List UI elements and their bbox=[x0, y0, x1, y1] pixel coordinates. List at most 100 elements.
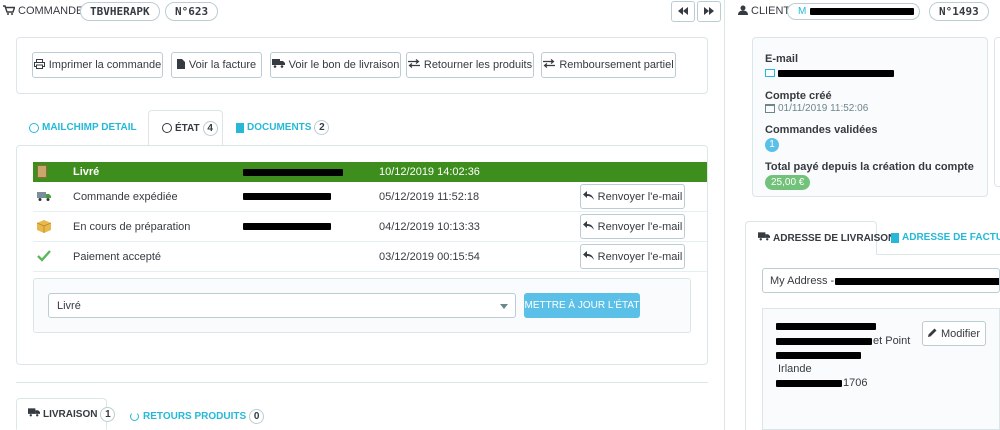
redacted-employee bbox=[243, 169, 343, 176]
envelope-icon bbox=[765, 69, 775, 77]
redacted-phone bbox=[776, 380, 842, 387]
tab-invoice-label: ADRESSE DE FACTURATIO bbox=[902, 232, 1000, 243]
status-select[interactable]: Livré bbox=[48, 293, 516, 318]
next-order-button[interactable] bbox=[697, 1, 721, 22]
redacted-client-name bbox=[810, 8, 914, 15]
view-delivery-slip-button[interactable]: Voir le bon de livraison bbox=[270, 52, 401, 78]
print-order-button[interactable]: Imprimer la commande bbox=[32, 52, 163, 78]
history-label: En cours de préparation bbox=[73, 220, 191, 233]
resend-email-button[interactable]: Renvoyer l'e-mail bbox=[580, 184, 685, 209]
history-row-payment: Paiement accepté 03/12/2019 00:15:54 Ren… bbox=[33, 242, 707, 272]
tab-etat-label: ÉTAT bbox=[175, 122, 200, 134]
redacted-address-name bbox=[835, 278, 999, 285]
total-paid-value: 25,00 € bbox=[765, 175, 811, 190]
check-icon bbox=[37, 250, 51, 264]
address-select[interactable]: My Address - bbox=[762, 268, 1000, 293]
history-date: 05/12/2019 11:52:18 bbox=[379, 190, 480, 203]
tab-retours-produits[interactable]: RETOURS PRODUITS 0 bbox=[130, 409, 265, 424]
client-initial: M bbox=[798, 6, 807, 17]
account-created-label: Compte créé bbox=[765, 90, 832, 102]
document-icon bbox=[891, 232, 899, 243]
order-section-label: COMMANDE bbox=[18, 5, 84, 17]
tab-livraison-label: LIVRAISON bbox=[43, 408, 98, 420]
status-select-value: Livré bbox=[57, 300, 81, 312]
resend-email-button[interactable]: Renvoyer l'e-mail bbox=[580, 214, 685, 239]
return-products-button[interactable]: Retourner les produits bbox=[406, 52, 534, 78]
forward-icon bbox=[704, 6, 714, 18]
partial-refund-button[interactable]: Remboursement partiel bbox=[541, 52, 676, 78]
truck-icon bbox=[28, 408, 40, 420]
view-invoice-label: Voir la facture bbox=[188, 59, 257, 71]
undo-icon bbox=[130, 412, 139, 421]
print-icon bbox=[33, 58, 45, 72]
modify-address-button[interactable]: Modifier bbox=[922, 321, 986, 346]
truck-icon bbox=[758, 232, 770, 244]
calendar-icon bbox=[765, 104, 775, 113]
history-row-delivered: Livré 10/12/2019 14:02:36 bbox=[33, 162, 707, 182]
validated-orders-count: 1 bbox=[765, 138, 779, 152]
tab-retours-count: 0 bbox=[249, 409, 265, 424]
tab-delivery-label: ADRESSE DE LIVRAISON bbox=[773, 232, 896, 244]
resend-email-label: Renvoyer l'e-mail bbox=[597, 190, 683, 203]
history-label: Livré bbox=[73, 166, 100, 178]
reply-icon bbox=[582, 220, 594, 233]
redacted-address-line bbox=[776, 323, 876, 330]
history-label: Commande expédiée bbox=[73, 190, 178, 203]
email-label: E-mail bbox=[765, 53, 799, 65]
tab-etat-count: 4 bbox=[202, 120, 218, 136]
account-created-date: 01/11/2019 11:52:06 bbox=[778, 103, 869, 114]
info-circle-icon bbox=[29, 122, 39, 133]
exchange-icon bbox=[407, 59, 420, 71]
section-divider bbox=[16, 382, 708, 383]
tab-documents-label: DOCUMENTS bbox=[247, 122, 312, 133]
tab-delivery-address[interactable]: ADRESSE DE LIVRAISON bbox=[745, 221, 895, 255]
client-section-label: CLIENT bbox=[751, 5, 791, 17]
client-name-badge: M bbox=[787, 3, 920, 20]
redacted-email bbox=[778, 70, 894, 77]
redacted-address-line bbox=[776, 338, 872, 345]
order-number: N°623 bbox=[165, 2, 219, 21]
client-side-panel bbox=[994, 37, 1000, 187]
redacted-address-line bbox=[776, 352, 861, 359]
address-phone-suffix: 1706 bbox=[843, 377, 868, 389]
update-status-label: METTRE À JOUR L'ÉTAT bbox=[524, 300, 640, 311]
history-row-preparing: En cours de préparation 04/12/2019 10:13… bbox=[33, 212, 707, 242]
tab-retours-label: RETOURS PRODUITS bbox=[143, 411, 247, 422]
tab-etat[interactable]: ÉTAT 4 bbox=[148, 110, 223, 146]
view-invoice-button[interactable]: Voir la facture bbox=[171, 52, 262, 78]
address-select-prefix: My Address - bbox=[770, 275, 835, 287]
truck-shipped-icon bbox=[37, 190, 51, 204]
partial-refund-label: Remboursement partiel bbox=[559, 59, 674, 71]
tab-mailchimp-detail[interactable]: MAILCHIMP DETAIL bbox=[29, 122, 137, 133]
tab-mailchimp-label: MAILCHIMP DETAIL bbox=[42, 122, 137, 133]
previous-order-button[interactable] bbox=[671, 1, 695, 22]
caret-down-icon bbox=[500, 304, 508, 309]
document-icon bbox=[236, 122, 244, 133]
resend-email-label: Renvoyer l'e-mail bbox=[597, 250, 683, 263]
truck-icon bbox=[271, 59, 285, 71]
tab-livraison[interactable]: LIVRAISON 1 bbox=[16, 398, 116, 430]
order-reference: TBVHERAPK bbox=[80, 2, 160, 21]
file-icon bbox=[176, 58, 185, 72]
return-products-label: Retourner les produits bbox=[423, 59, 533, 71]
cart-icon bbox=[3, 5, 16, 15]
reply-icon bbox=[582, 190, 594, 203]
history-date: 04/12/2019 10:13:33 bbox=[379, 220, 480, 233]
backward-icon bbox=[678, 6, 688, 18]
clock-icon bbox=[162, 123, 172, 133]
redacted-employee bbox=[243, 193, 331, 200]
modify-address-label: Modifier bbox=[940, 327, 981, 340]
update-status-button[interactable]: METTRE À JOUR L'ÉTAT bbox=[524, 293, 640, 318]
resend-email-button[interactable]: Renvoyer l'e-mail bbox=[580, 244, 685, 269]
view-delivery-slip-label: Voir le bon de livraison bbox=[288, 59, 400, 71]
client-header: CLIENT M N°1493 bbox=[735, 0, 1000, 22]
address-country: Irlande bbox=[778, 363, 812, 375]
history-label: Paiement accepté bbox=[73, 250, 162, 263]
validated-orders-label: Commandes validées bbox=[765, 124, 878, 136]
column-separator bbox=[724, 0, 725, 430]
user-icon bbox=[738, 5, 748, 18]
tab-documents[interactable]: DOCUMENTS 2 bbox=[236, 120, 330, 135]
tab-invoice-address[interactable]: ADRESSE DE FACTURATIO bbox=[891, 232, 1000, 243]
order-header: COMMANDE TBVHERAPK N°623 bbox=[0, 0, 725, 22]
client-number: N°1493 bbox=[929, 2, 989, 21]
